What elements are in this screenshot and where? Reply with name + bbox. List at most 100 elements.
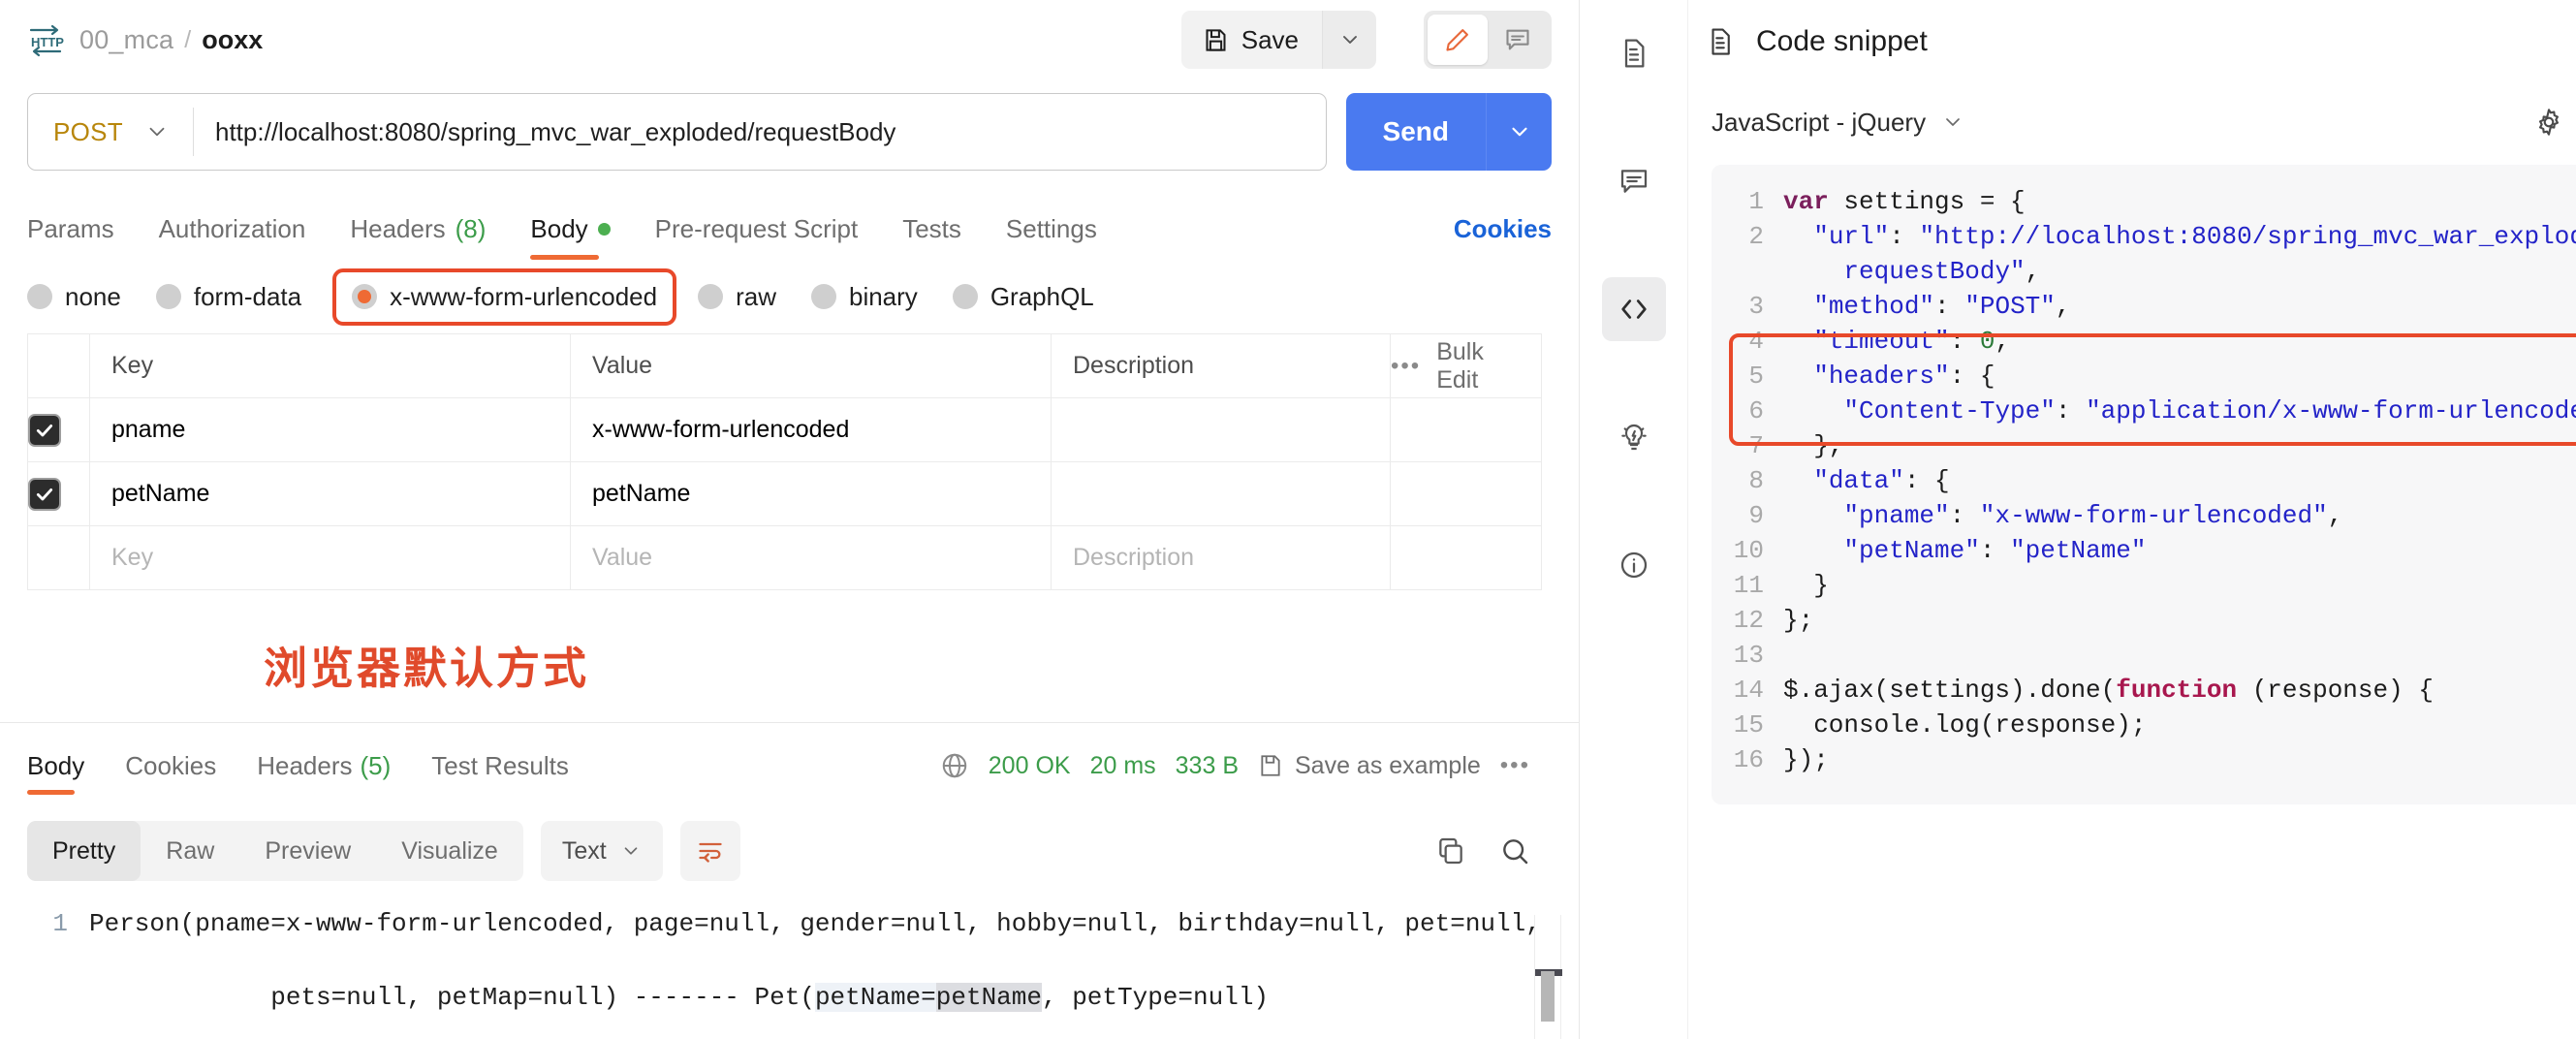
- code-line: 10 "petName": "petName": [1712, 533, 2576, 568]
- code-token: requestBody": [1843, 257, 2026, 286]
- new-row-value-input[interactable]: Value: [570, 525, 1052, 590]
- body-type-none[interactable]: none: [27, 282, 121, 312]
- tab-settings[interactable]: Settings: [1006, 214, 1097, 260]
- body-type-options: none form-data x-www-form-urlencoded raw…: [0, 260, 1579, 333]
- code-token: ,: [1995, 327, 2011, 356]
- save-as-example-button[interactable]: Save as example: [1258, 752, 1481, 780]
- wrap-lines-button[interactable]: [679, 821, 740, 881]
- code-token: "headers": [1813, 362, 1950, 391]
- response-tab-headers[interactable]: Headers (5): [257, 723, 391, 808]
- comment-icon: [1618, 166, 1649, 197]
- response-tab-test-results[interactable]: Test Results: [431, 723, 569, 808]
- code-line-text: }: [1783, 568, 1829, 603]
- body-type-binary[interactable]: binary: [810, 281, 918, 312]
- url-bar-row: POST http://localhost:8080/spring_mvc_wa…: [0, 79, 1579, 184]
- view-mode-raw[interactable]: Raw: [141, 821, 239, 881]
- response-scrollbar-thumb[interactable]: [1541, 971, 1555, 1022]
- code-line: 1 var settings = {: [1712, 184, 2576, 219]
- send-button[interactable]: Send: [1345, 93, 1486, 171]
- tab-pre-request-script[interactable]: Pre-request Script: [655, 214, 859, 260]
- save-button-label: Save: [1241, 24, 1299, 54]
- row-checkbox-checked[interactable]: [28, 477, 61, 511]
- cookies-link[interactable]: Cookies: [1454, 214, 1552, 260]
- bulk-edit-button[interactable]: ••• Bulk Edit: [1391, 338, 1541, 394]
- code-icon: [1618, 293, 1650, 326]
- body-type-binary-label: binary: [848, 281, 918, 311]
- save-options-button[interactable]: [1322, 11, 1376, 69]
- row-checkbox-checked[interactable]: [28, 413, 61, 447]
- row-value-input[interactable]: petName: [570, 461, 1052, 526]
- response-scrollbar-track[interactable]: [1534, 915, 1562, 1039]
- tab-tests[interactable]: Tests: [902, 214, 961, 260]
- ellipsis-icon[interactable]: •••: [1391, 353, 1421, 380]
- radio-icon: [952, 284, 978, 309]
- breadcrumb-parent[interactable]: 00_mca: [79, 25, 173, 55]
- copy-button[interactable]: [1435, 835, 1466, 866]
- response-body-line: 1 Person(pname=x-www-form-urlencoded, pa…: [0, 905, 1579, 942]
- code-token: :: [2055, 396, 2087, 425]
- code-snippet-editor[interactable]: 1 var settings = {2 "url": "http://localh…: [1712, 165, 2576, 804]
- rail-comments-button[interactable]: [1602, 149, 1666, 213]
- row-key-input[interactable]: pname: [89, 397, 571, 462]
- save-button[interactable]: Save: [1180, 11, 1322, 69]
- tab-body[interactable]: Body: [530, 214, 611, 260]
- column-header-value: Value: [570, 333, 1052, 398]
- comment-mode-button[interactable]: [1488, 15, 1548, 65]
- row-key-input[interactable]: petName: [89, 461, 571, 526]
- row-checkbox-cell[interactable]: [27, 525, 90, 590]
- ellipsis-icon[interactable]: •••: [1500, 752, 1552, 779]
- code-token: 0: [1979, 327, 1995, 356]
- rail-documentation-button[interactable]: [1602, 21, 1666, 85]
- column-header-description: Description: [1051, 333, 1391, 398]
- response-actions: [1435, 835, 1552, 866]
- code-line-text: });: [1783, 742, 1829, 777]
- view-mode-pretty[interactable]: Pretty: [27, 821, 141, 881]
- search-button[interactable]: [1499, 835, 1530, 866]
- response-body-viewer[interactable]: 1 Person(pname=x-www-form-urlencoded, pa…: [0, 894, 1579, 1039]
- rail-code-button[interactable]: [1601, 277, 1666, 341]
- code-line-text: "petName": "petName": [1783, 533, 2146, 568]
- body-type-graphql[interactable]: GraphQL: [952, 282, 1094, 312]
- tab-headers[interactable]: Headers (8): [350, 214, 486, 260]
- body-type-raw[interactable]: raw: [698, 282, 776, 312]
- method-dropdown-button[interactable]: [144, 119, 193, 144]
- breadcrumb-separator: /: [184, 25, 192, 53]
- response-body-line-continued: pets=null, petMap=null) ------- Pet(petN…: [0, 942, 1579, 1039]
- code-line-text: $.ajax(settings).done(function (response…: [1783, 673, 2434, 708]
- code-token: console.log(response);: [1783, 710, 2147, 740]
- language-select[interactable]: JavaScript - jQuery: [1712, 108, 1964, 138]
- view-mode-preview[interactable]: Preview: [239, 821, 376, 881]
- tab-authorization[interactable]: Authorization: [159, 214, 306, 260]
- http-method-label[interactable]: POST: [28, 117, 144, 147]
- page-title: Code snippet: [1756, 25, 1928, 57]
- response-tab-body-label: Body: [27, 750, 85, 780]
- settings-button[interactable]: [2533, 107, 2564, 138]
- edit-mode-button[interactable]: [1428, 15, 1488, 65]
- response-body-text-line2a: pets=null, petMap=null) ------- Pet(: [270, 983, 815, 1012]
- response-format-select[interactable]: Text: [540, 821, 663, 881]
- url-input[interactable]: http://localhost:8080/spring_mvc_war_exp…: [194, 117, 1326, 147]
- body-type-none-label: none: [65, 281, 121, 311]
- code-token: "method": [1813, 292, 1935, 321]
- body-type-x-www-form-urlencoded[interactable]: x-www-form-urlencoded: [332, 268, 677, 326]
- chevron-down-icon: [1338, 28, 1362, 51]
- code-line: 2 "url": "http://localhost:8080/spring_m…: [1712, 219, 2576, 254]
- response-tab-cookies[interactable]: Cookies: [125, 723, 216, 808]
- row-description-input[interactable]: [1051, 461, 1391, 526]
- new-row-description-input[interactable]: Description: [1051, 525, 1391, 590]
- body-modified-dot-icon: [597, 223, 611, 236]
- tab-params[interactable]: Params: [27, 214, 114, 260]
- view-mode-visualize[interactable]: Visualize: [376, 821, 523, 881]
- response-tab-body[interactable]: Body: [27, 723, 84, 808]
- rail-examples-button[interactable]: [1602, 405, 1666, 469]
- code-token: : {: [1949, 362, 1995, 391]
- body-type-form-data[interactable]: form-data: [155, 282, 301, 312]
- radio-icon: [27, 284, 52, 309]
- new-row-key-input[interactable]: Key: [89, 525, 571, 590]
- row-value-input[interactable]: x-www-form-urlencoded: [570, 397, 1052, 462]
- send-options-button[interactable]: [1486, 93, 1552, 171]
- code-token: :: [1934, 292, 1965, 321]
- breadcrumb-current[interactable]: ooxx: [202, 25, 263, 55]
- row-description-input[interactable]: [1051, 397, 1391, 462]
- rail-info-button[interactable]: [1602, 533, 1666, 597]
